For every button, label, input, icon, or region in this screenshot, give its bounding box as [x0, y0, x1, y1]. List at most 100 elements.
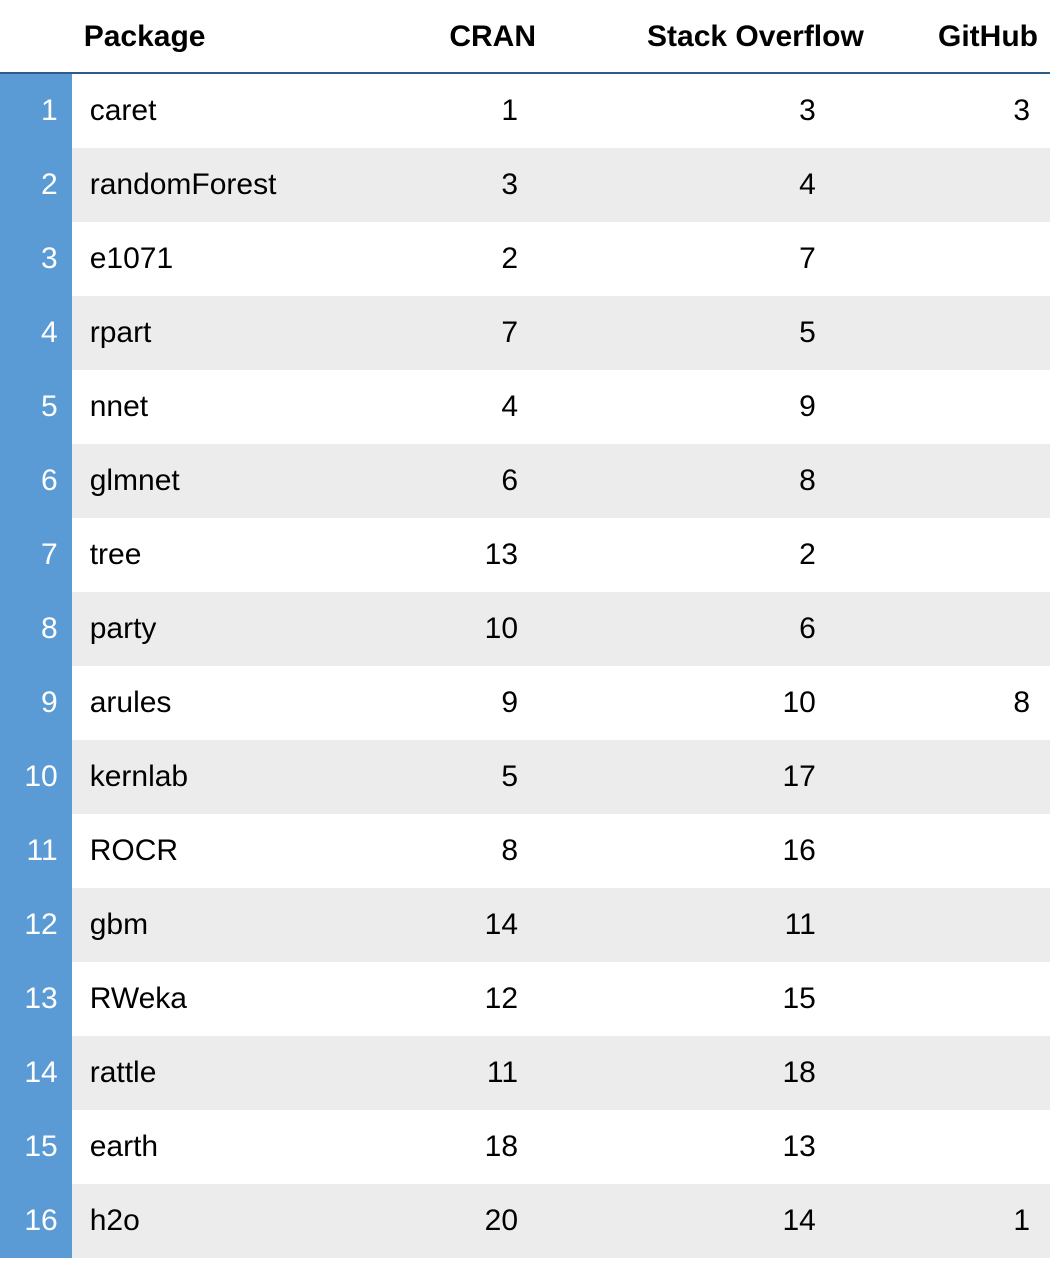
row-index: 15 [0, 1110, 72, 1184]
cell-github [876, 1036, 1050, 1110]
table-row: 5nnet49 [0, 370, 1050, 444]
cell-package: earth [72, 1110, 390, 1184]
cell-package: caret [72, 73, 390, 148]
cell-package: rpart [72, 296, 390, 370]
cell-package: kernlab [72, 740, 390, 814]
row-index: 1 [0, 73, 72, 148]
cell-github [876, 740, 1050, 814]
cell-package: rattle [72, 1036, 390, 1110]
cell-cran: 5 [389, 740, 548, 814]
cell-stack-overflow: 15 [548, 962, 876, 1036]
cell-package: h2o [72, 1184, 390, 1258]
cell-stack-overflow: 17 [548, 740, 876, 814]
row-index: 4 [0, 296, 72, 370]
cell-package: RWeka [72, 962, 390, 1036]
table-row: 3e107127 [0, 222, 1050, 296]
table-row: 11ROCR816 [0, 814, 1050, 888]
cell-stack-overflow: 16 [548, 814, 876, 888]
cell-stack-overflow: 4 [548, 148, 876, 222]
cell-package: e1071 [72, 222, 390, 296]
cell-github: 3 [876, 73, 1050, 148]
cell-package: tree [72, 518, 390, 592]
cell-github: 8 [876, 666, 1050, 740]
cell-stack-overflow: 10 [548, 666, 876, 740]
row-index: 10 [0, 740, 72, 814]
cell-stack-overflow: 11 [548, 888, 876, 962]
table-body: 1caret1332randomForest343e1071274rpart75… [0, 73, 1050, 1258]
cell-package: ROCR [72, 814, 390, 888]
row-index: 7 [0, 518, 72, 592]
row-index: 6 [0, 444, 72, 518]
cell-cran: 13 [389, 518, 548, 592]
cell-github [876, 962, 1050, 1036]
cell-cran: 20 [389, 1184, 548, 1258]
table-row: 15earth1813 [0, 1110, 1050, 1184]
cell-package: nnet [72, 370, 390, 444]
cell-stack-overflow: 7 [548, 222, 876, 296]
row-index: 13 [0, 962, 72, 1036]
cell-cran: 12 [389, 962, 548, 1036]
cell-github [876, 814, 1050, 888]
table-row: 7tree132 [0, 518, 1050, 592]
cell-github [876, 1110, 1050, 1184]
table-row: 13RWeka1215 [0, 962, 1050, 1036]
cell-stack-overflow: 2 [548, 518, 876, 592]
cell-stack-overflow: 13 [548, 1110, 876, 1184]
table-row: 1caret133 [0, 73, 1050, 148]
header-github: GitHub [876, 0, 1050, 73]
row-index: 9 [0, 666, 72, 740]
cell-cran: 8 [389, 814, 548, 888]
cell-package: gbm [72, 888, 390, 962]
cell-github [876, 518, 1050, 592]
cell-stack-overflow: 8 [548, 444, 876, 518]
cell-cran: 11 [389, 1036, 548, 1110]
row-index: 16 [0, 1184, 72, 1258]
cell-stack-overflow: 14 [548, 1184, 876, 1258]
table-row: 4rpart75 [0, 296, 1050, 370]
cell-cran: 7 [389, 296, 548, 370]
cell-cran: 18 [389, 1110, 548, 1184]
cell-github [876, 370, 1050, 444]
table-header-row: Package CRAN Stack Overflow GitHub [0, 0, 1050, 73]
row-index: 8 [0, 592, 72, 666]
cell-cran: 14 [389, 888, 548, 962]
cell-cran: 4 [389, 370, 548, 444]
table-row: 2randomForest34 [0, 148, 1050, 222]
table-row: 16h2o20141 [0, 1184, 1050, 1258]
header-package: Package [72, 0, 390, 73]
table-row: 8party106 [0, 592, 1050, 666]
cell-stack-overflow: 9 [548, 370, 876, 444]
cell-github: 1 [876, 1184, 1050, 1258]
cell-cran: 1 [389, 73, 548, 148]
cell-stack-overflow: 5 [548, 296, 876, 370]
cell-github [876, 888, 1050, 962]
header-cran: CRAN [389, 0, 548, 73]
cell-stack-overflow: 3 [548, 73, 876, 148]
header-index [0, 0, 72, 73]
cell-package: glmnet [72, 444, 390, 518]
table-row: 6glmnet68 [0, 444, 1050, 518]
cell-cran: 6 [389, 444, 548, 518]
row-index: 11 [0, 814, 72, 888]
table-row: 9arules9108 [0, 666, 1050, 740]
row-index: 2 [0, 148, 72, 222]
cell-package: party [72, 592, 390, 666]
cell-cran: 9 [389, 666, 548, 740]
cell-github [876, 148, 1050, 222]
table-row: 10kernlab517 [0, 740, 1050, 814]
packages-table: Package CRAN Stack Overflow GitHub 1care… [0, 0, 1050, 1258]
table-row: 14rattle1118 [0, 1036, 1050, 1110]
cell-github [876, 222, 1050, 296]
row-index: 14 [0, 1036, 72, 1110]
header-stack-overflow: Stack Overflow [548, 0, 876, 73]
cell-stack-overflow: 18 [548, 1036, 876, 1110]
cell-stack-overflow: 6 [548, 592, 876, 666]
table-row: 12gbm1411 [0, 888, 1050, 962]
cell-package: arules [72, 666, 390, 740]
cell-github [876, 296, 1050, 370]
cell-github [876, 444, 1050, 518]
cell-cran: 2 [389, 222, 548, 296]
row-index: 3 [0, 222, 72, 296]
row-index: 5 [0, 370, 72, 444]
row-index: 12 [0, 888, 72, 962]
